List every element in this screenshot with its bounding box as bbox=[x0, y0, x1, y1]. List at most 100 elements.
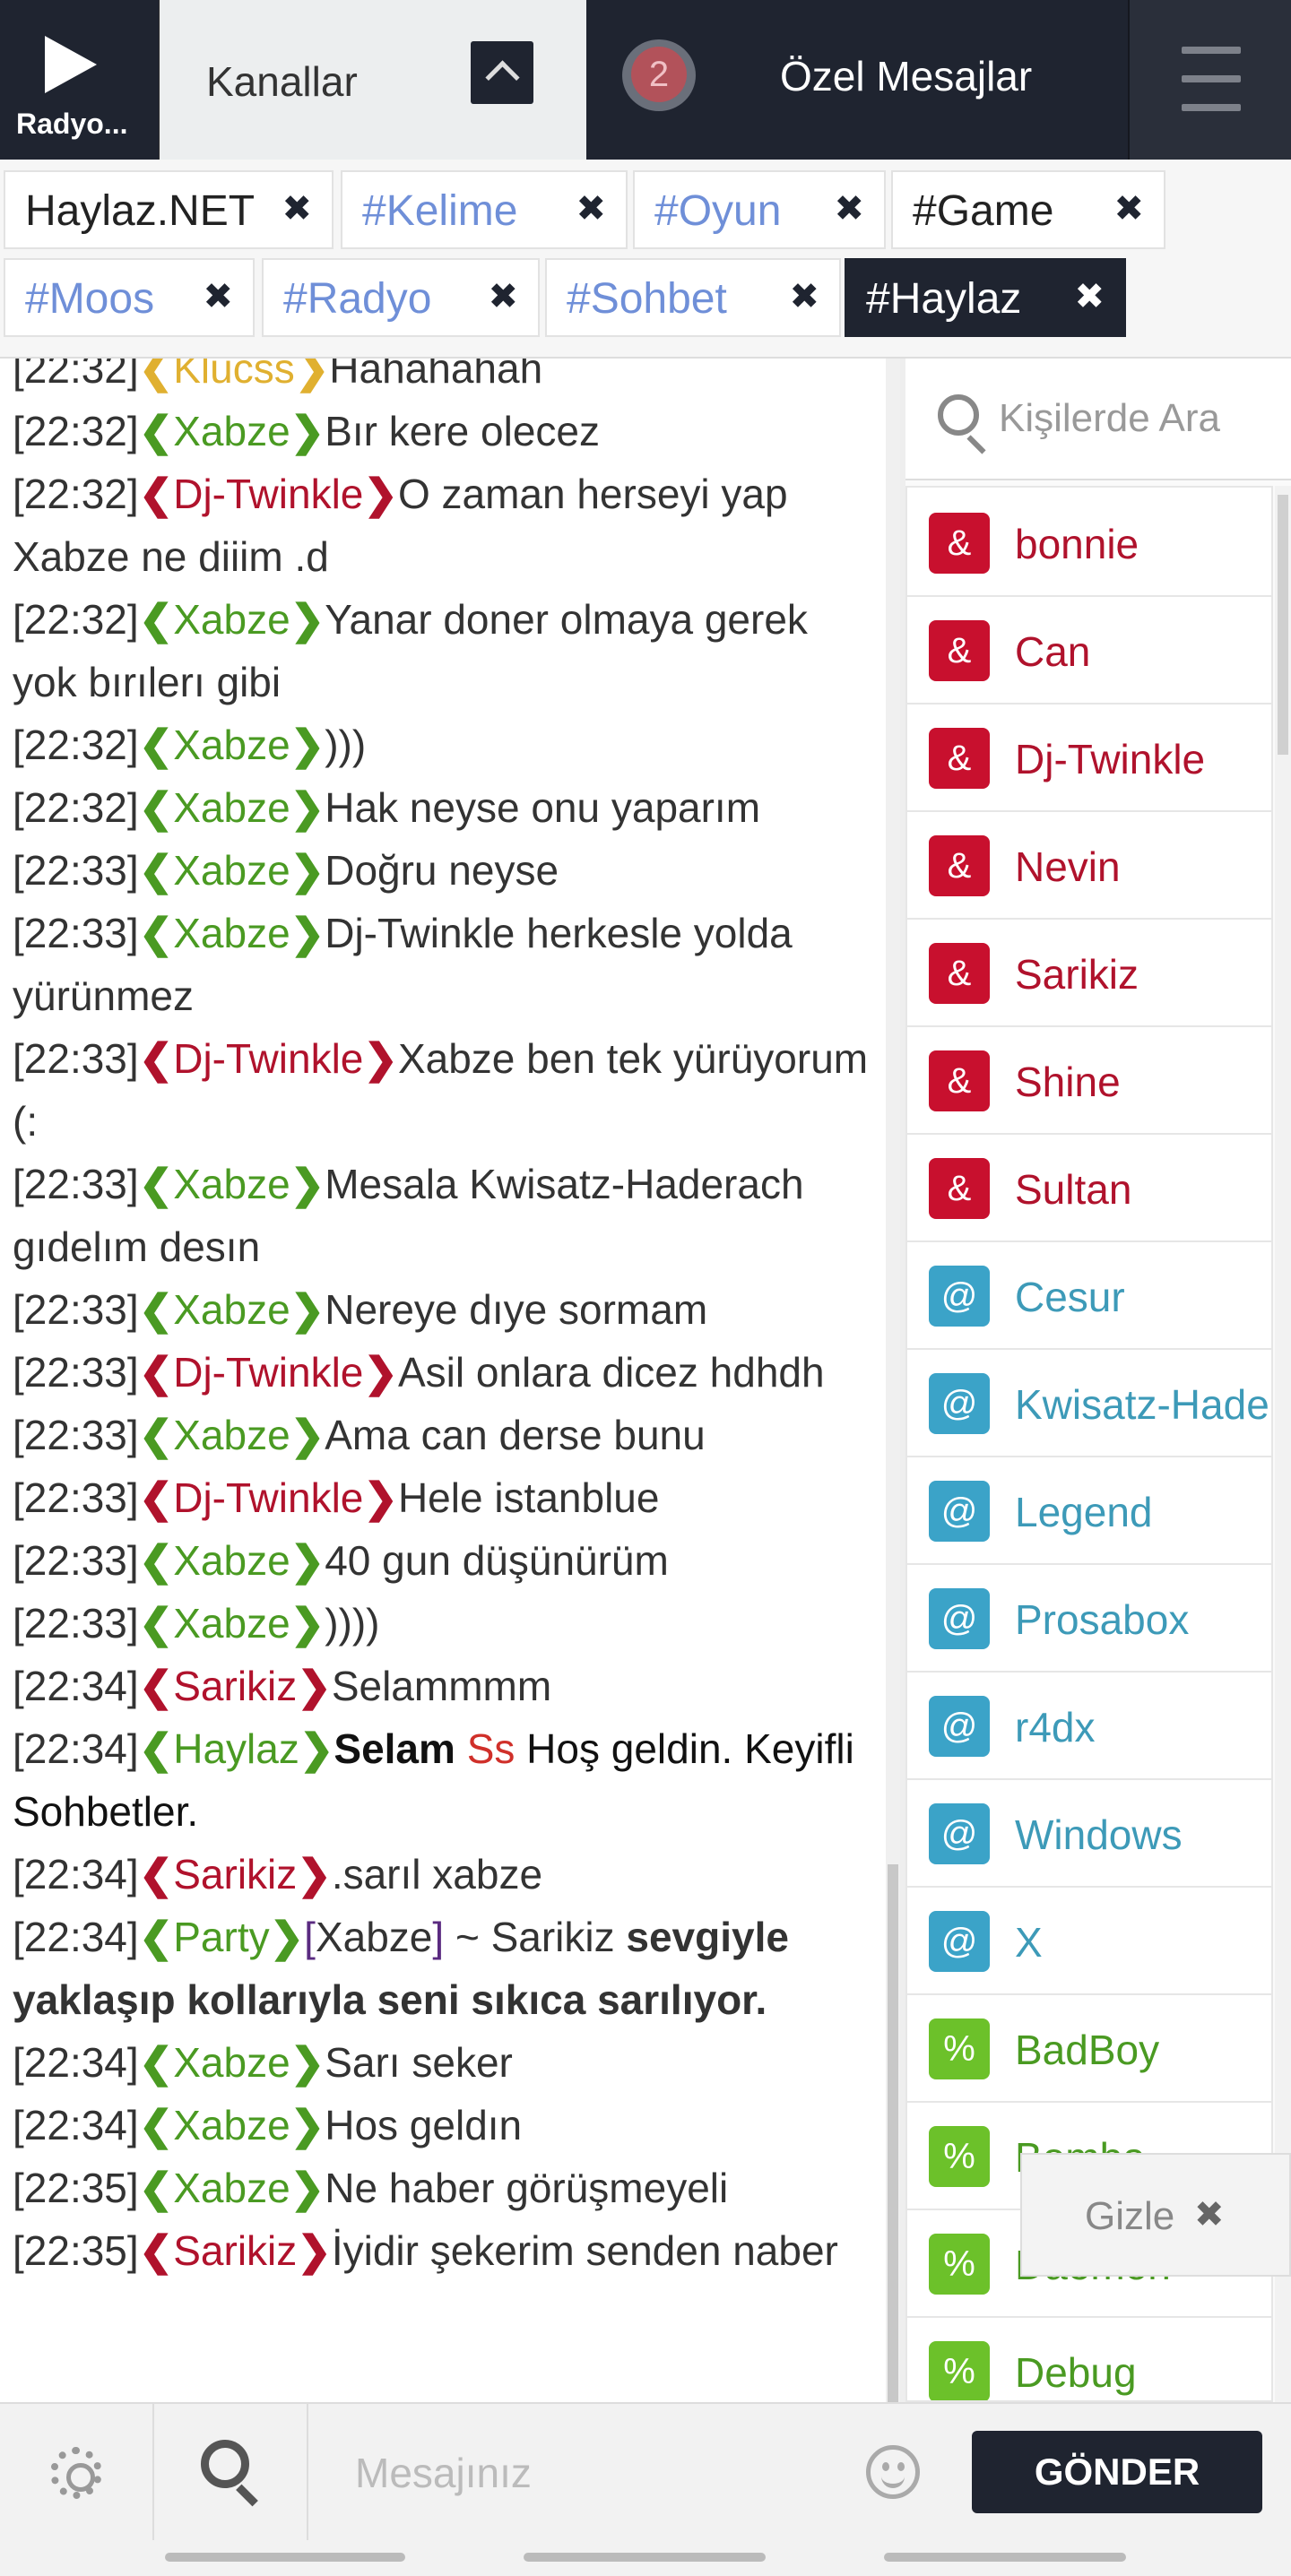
message-input-bar: GÖNDER bbox=[0, 2402, 1291, 2542]
message-nick[interactable]: ❮Xabze❯ bbox=[139, 784, 325, 831]
user-list-item[interactable]: & Sultan bbox=[907, 1133, 1271, 1242]
chat-message: [22:32]❮Xabze❯))) bbox=[13, 713, 882, 776]
message-timestamp: [22:33] bbox=[13, 1537, 139, 1584]
message-timestamp: [22:32] bbox=[13, 596, 139, 643]
user-name: Can bbox=[1015, 628, 1091, 675]
search-icon bbox=[201, 2440, 249, 2488]
chat-message: [22:33]❮Xabze❯Mesala Kwisatz-Haderach gı… bbox=[13, 1153, 882, 1278]
message-nick[interactable]: ❮Dj-Twinkle❯ bbox=[139, 1474, 398, 1521]
message-nick[interactable]: ❮Sarikiz❯ bbox=[139, 1851, 332, 1897]
user-list-item[interactable]: @ Windows bbox=[907, 1778, 1271, 1888]
message-nick[interactable]: ❮Xabze❯ bbox=[139, 408, 325, 454]
message-nick[interactable]: ❮Klucss❯ bbox=[139, 359, 330, 392]
message-nick[interactable]: ❮Xabze❯ bbox=[139, 1286, 325, 1333]
close-icon[interactable]: ✖ bbox=[789, 276, 819, 317]
send-button[interactable]: GÖNDER bbox=[972, 2431, 1262, 2513]
close-icon[interactable]: ✖ bbox=[1113, 188, 1144, 229]
message-nick[interactable]: ❮Xabze❯ bbox=[139, 910, 325, 956]
message-text: Hele istanblue bbox=[397, 1474, 660, 1521]
search-button[interactable] bbox=[154, 2404, 308, 2542]
message-text: Hos geldın bbox=[325, 2102, 523, 2148]
message-nick[interactable]: ❮Sarikiz❯ bbox=[139, 1663, 332, 1709]
channel-tab-active[interactable]: #Haylaz ✖ bbox=[845, 258, 1126, 337]
channel-tab[interactable]: #Moos ✖ bbox=[4, 258, 255, 337]
user-list-item[interactable]: & Shine bbox=[907, 1025, 1271, 1135]
close-icon[interactable]: ✖ bbox=[834, 188, 864, 229]
user-list-item[interactable]: @ X bbox=[907, 1886, 1271, 1995]
user-name: Legend bbox=[1015, 1489, 1153, 1535]
message-nick[interactable]: ❮Party❯ bbox=[139, 1914, 304, 1960]
chat-message-area[interactable]: [22:32]❮Klucss❯Hahahahah [22:32]❮Xabze❯Bı… bbox=[0, 359, 886, 2402]
user-list-item[interactable]: & Sarikiz bbox=[907, 918, 1271, 1027]
user-name: X bbox=[1015, 1919, 1043, 1966]
user-list-item[interactable]: @ Prosabox bbox=[907, 1563, 1271, 1673]
message-nick[interactable]: ❮Xabze❯ bbox=[139, 2039, 325, 2086]
private-messages-tab[interactable]: 2 Özel Mesajlar bbox=[586, 0, 1128, 160]
user-list-panel: Kişilerde Ara & bonnie & Can & Dj-Twinkle & Nev… bbox=[905, 359, 1291, 2402]
close-icon[interactable]: ✖ bbox=[203, 276, 233, 317]
message-nick[interactable]: ❮Haylaz❯ bbox=[139, 1725, 334, 1772]
user-name: r4dx bbox=[1015, 1704, 1096, 1750]
chevron-up-icon[interactable] bbox=[471, 41, 533, 104]
message-nick[interactable]: ❮Xabze❯ bbox=[139, 847, 325, 894]
close-icon[interactable]: ✖ bbox=[1074, 276, 1105, 317]
message-nick[interactable]: ❮Dj-Twinkle❯ bbox=[139, 1349, 398, 1396]
channel-tab[interactable]: #Sohbet ✖ bbox=[545, 258, 841, 337]
message-nick[interactable]: ❮Sarikiz❯ bbox=[139, 2227, 332, 2274]
user-list-item[interactable]: @ Kwisatz-Haderach bbox=[907, 1348, 1271, 1457]
user-role-badge: & bbox=[929, 943, 990, 1004]
user-list-item[interactable]: @ Cesur bbox=[907, 1240, 1271, 1350]
radio-button[interactable]: Radyo... bbox=[0, 0, 160, 160]
user-search-input[interactable]: Kişilerde Ara bbox=[999, 396, 1220, 441]
close-icon[interactable]: ✖ bbox=[488, 276, 518, 317]
settings-button[interactable] bbox=[0, 2404, 154, 2542]
channel-tab[interactable]: Haylaz.NET ✖ bbox=[4, 170, 334, 249]
chat-message: [22:34]❮Sarikiz❯Selammmm bbox=[13, 1655, 882, 1717]
channel-tab[interactable]: #Game ✖ bbox=[891, 170, 1165, 249]
channel-tab-name: #Radyo bbox=[283, 275, 432, 323]
channel-tab[interactable]: #Oyun ✖ bbox=[633, 170, 886, 249]
message-nick[interactable]: ❮Dj-Twinkle❯ bbox=[139, 1035, 398, 1082]
user-list-item[interactable]: & Nevin bbox=[907, 810, 1271, 920]
user-name: Dj-Twinkle bbox=[1015, 736, 1206, 782]
message-nick[interactable]: ❮Xabze❯ bbox=[139, 1537, 325, 1584]
user-list-item[interactable]: @ r4dx bbox=[907, 1671, 1271, 1780]
user-name: bonnie bbox=[1015, 521, 1139, 567]
message-nick[interactable]: ❮Xabze❯ bbox=[139, 1600, 325, 1647]
chat-message: [22:34]❮Xabze❯Hos geldın bbox=[13, 2094, 882, 2157]
user-list-item[interactable]: & bonnie bbox=[907, 488, 1271, 597]
user-list-item[interactable]: % BadBoy bbox=[907, 1993, 1271, 2103]
message-input[interactable] bbox=[326, 2431, 828, 2515]
close-icon[interactable]: ✖ bbox=[282, 188, 312, 229]
system-navigation-bar bbox=[0, 2540, 1291, 2576]
message-timestamp: [22:32] bbox=[13, 359, 139, 392]
user-list-scrollbar[interactable] bbox=[1275, 486, 1291, 2402]
message-nick[interactable]: ❮Xabze❯ bbox=[139, 2102, 325, 2148]
user-list-item[interactable]: @ Legend bbox=[907, 1456, 1271, 1565]
message-nick[interactable]: ❮Xabze❯ bbox=[139, 722, 325, 768]
message-nick[interactable]: ❮Xabze❯ bbox=[139, 1161, 325, 1207]
message-red-text: Ss bbox=[466, 1725, 516, 1772]
message-nick[interactable]: ❮Xabze❯ bbox=[139, 1412, 325, 1458]
channel-tab[interactable]: #Radyo ✖ bbox=[262, 258, 540, 337]
user-list-item[interactable]: & Dj-Twinkle bbox=[907, 703, 1271, 812]
hamburger-menu-icon[interactable] bbox=[1128, 0, 1291, 160]
channel-tab[interactable]: #Kelime ✖ bbox=[341, 170, 628, 249]
channels-tab[interactable]: Kanallar bbox=[160, 0, 586, 160]
message-timestamp: [22:34] bbox=[13, 1725, 139, 1772]
message-text: Nereye dıye sormam bbox=[325, 1286, 708, 1333]
chat-message: [22:34]❮Sarikiz❯.sarıl xabze bbox=[13, 1843, 882, 1906]
emoji-icon[interactable] bbox=[866, 2445, 920, 2499]
close-icon[interactable]: ✖ bbox=[576, 188, 606, 229]
user-role-badge: @ bbox=[929, 1911, 990, 1972]
message-nick[interactable]: ❮Xabze❯ bbox=[139, 596, 325, 643]
message-nick[interactable]: ❮Dj-Twinkle❯ bbox=[139, 471, 398, 517]
user-search[interactable]: Kişilerde Ara bbox=[905, 359, 1291, 480]
user-list-item[interactable]: % Debug bbox=[907, 2316, 1271, 2400]
chat-scrollbar[interactable] bbox=[886, 359, 900, 2402]
user-role-badge: % bbox=[929, 2126, 990, 2187]
user-list-item[interactable]: & Can bbox=[907, 595, 1271, 705]
message-nick[interactable]: ❮Xabze❯ bbox=[139, 2165, 325, 2211]
user-name: Nevin bbox=[1015, 843, 1121, 890]
hide-user-list-button[interactable]: Gizle ✖ bbox=[1020, 2153, 1291, 2277]
